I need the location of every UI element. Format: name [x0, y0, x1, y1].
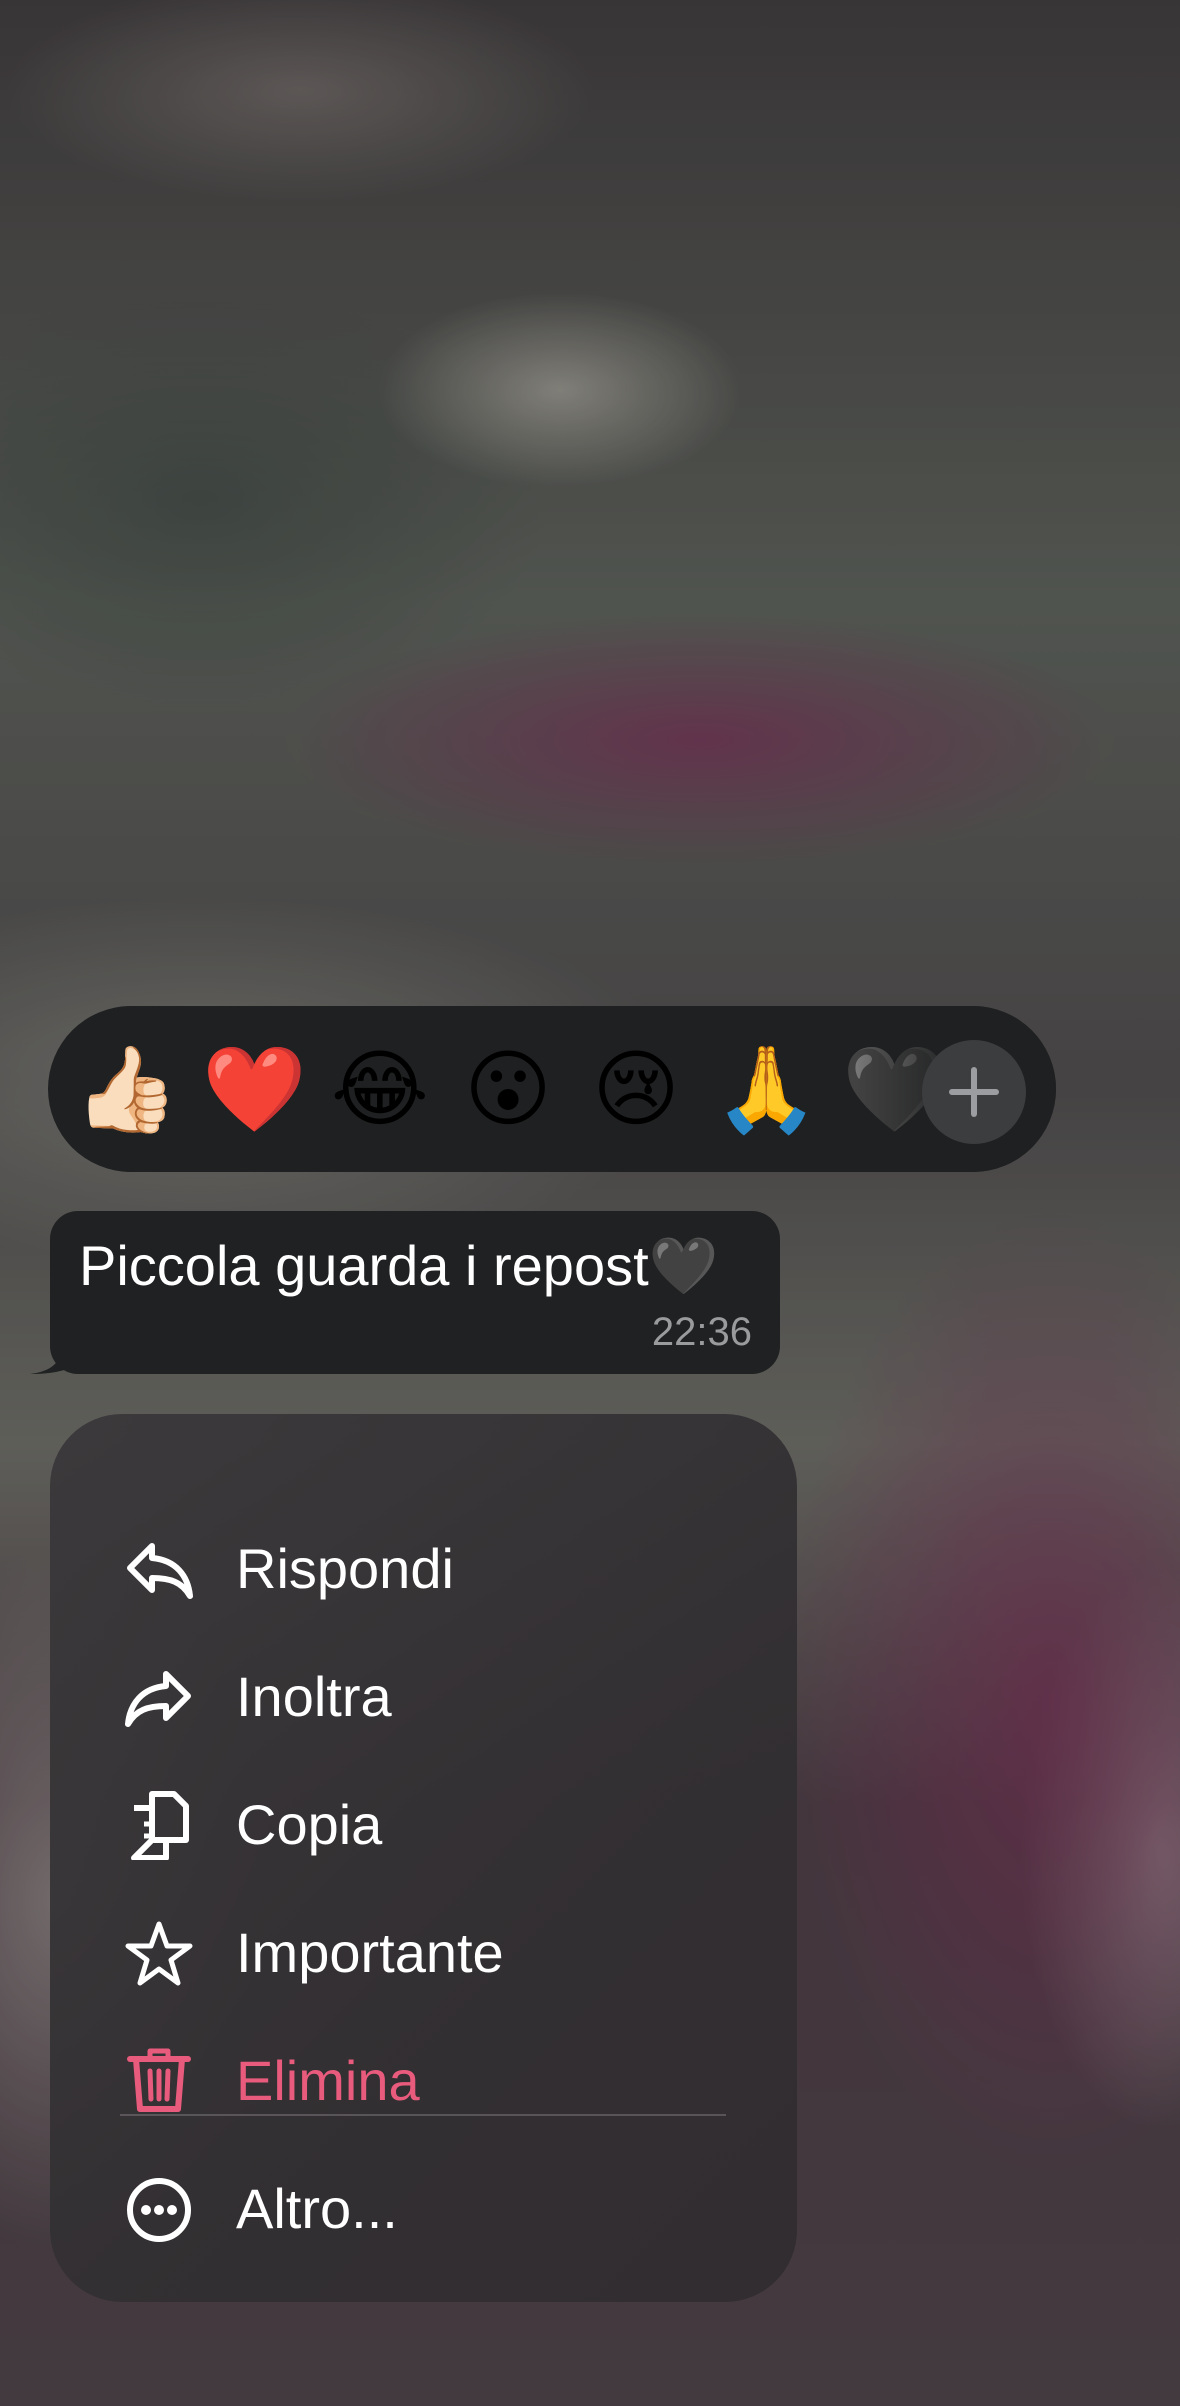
menu-label-forward: Inoltra [236, 1665, 392, 1728]
menu-item-important[interactable]: Importante [50, 1892, 797, 2012]
menu-item-forward[interactable]: Inoltra [50, 1636, 797, 1756]
more-reactions-button[interactable] [922, 1040, 1026, 1144]
trash-icon [127, 2048, 191, 2112]
reaction-laughing[interactable]: 😂 [330, 1039, 430, 1139]
menu-item-delete[interactable]: Elimina [50, 2020, 797, 2140]
reaction-crying[interactable]: 😢 [586, 1039, 686, 1139]
reaction-emoji-list: 👍🏻 ❤️ 😂 😮 😢 🙏 🖤 [74, 1006, 947, 1172]
reaction-bar: 👍🏻 ❤️ 😂 😮 😢 🙏 🖤 [48, 1006, 1056, 1172]
menu-label-more: Altro... [236, 2177, 398, 2240]
reaction-heart[interactable]: ❤️ [202, 1039, 307, 1139]
menu-item-more[interactable]: Altro... [50, 2148, 797, 2268]
copy-icon [131, 1791, 189, 1860]
reaction-pray[interactable]: 🙏 [714, 1039, 819, 1139]
reaction-thumbs-up[interactable]: 👍🏻 [74, 1039, 179, 1139]
message-bubble[interactable]: Piccola guarda i repost🖤 22:36 [50, 1211, 780, 1374]
message-context-menu: Rispondi Inoltra Copia Importante Elimin… [50, 1414, 797, 2302]
plus-icon [949, 1067, 999, 1117]
menu-label-delete: Elimina [236, 2049, 420, 2112]
message-text: Piccola guarda i repost🖤 [79, 1234, 719, 1297]
menu-item-reply[interactable]: Rispondi [50, 1508, 797, 1628]
more-dots-icon [127, 2178, 191, 2242]
menu-label-copy: Copia [236, 1793, 383, 1856]
star-icon [125, 1921, 193, 1986]
menu-item-copy[interactable]: Copia [50, 1764, 797, 1884]
reaction-surprised[interactable]: 😮 [458, 1039, 558, 1139]
forward-arrow-icon [125, 1671, 191, 1727]
reply-arrow-icon [127, 1543, 193, 1599]
menu-label-reply: Rispondi [236, 1537, 454, 1600]
message-timestamp: 22:36 [651, 1310, 752, 1354]
menu-divider [120, 2114, 726, 2116]
menu-label-important: Importante [236, 1921, 504, 1984]
